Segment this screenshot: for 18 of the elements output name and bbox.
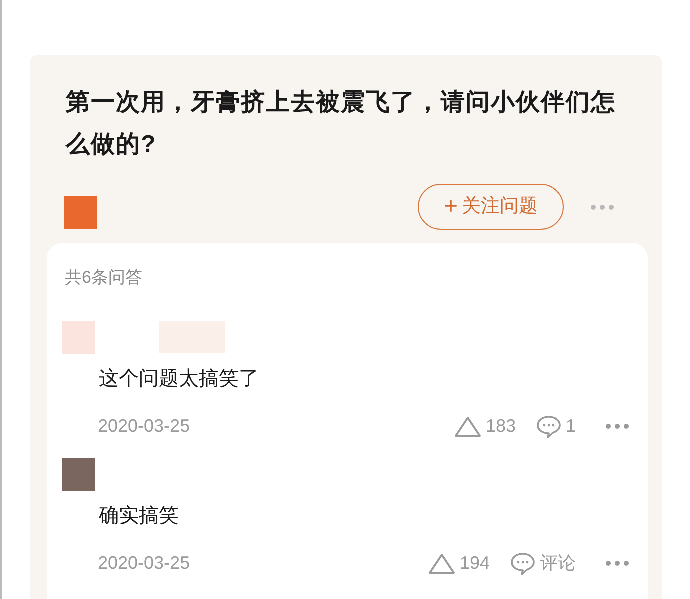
comment-count: 1 <box>566 415 576 438</box>
comment-icon[interactable] <box>510 552 536 576</box>
answer-date: 2020-03-25 <box>98 552 190 575</box>
answer-count: 共6条问答 <box>64 267 144 289</box>
like-count: 194 <box>460 552 490 575</box>
answer-date: 2020-03-25 <box>98 415 190 438</box>
comment-count: 评论 <box>540 552 576 575</box>
like-count: 183 <box>486 415 516 438</box>
more-icon[interactable] <box>606 561 629 566</box>
like-icon[interactable] <box>454 416 482 438</box>
more-icon[interactable] <box>591 204 614 210</box>
answer-text: 这个问题太搞笑了 <box>98 366 260 392</box>
question-title: 第一次用，牙膏挤上去被震飞了，请问小伙伴们怎么做的? <box>66 88 617 160</box>
like-icon[interactable] <box>428 552 456 574</box>
answer-text: 确实搞笑 <box>98 504 180 528</box>
follow-button[interactable]: + 关注问题 <box>418 184 564 230</box>
comment-icon[interactable] <box>536 414 562 438</box>
more-icon[interactable] <box>606 424 629 429</box>
